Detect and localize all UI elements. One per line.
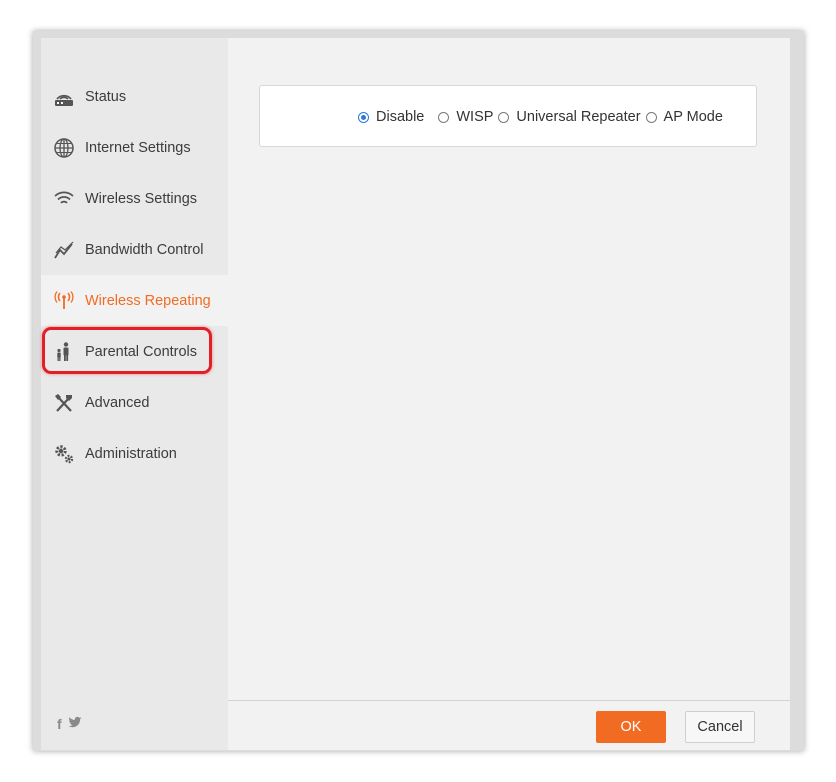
sidebar-item-label: Wireless Settings [85, 190, 198, 207]
radio-label: WISP [456, 109, 494, 125]
sidebar-item-wireless-repeating[interactable]: Wireless Repeating [41, 275, 228, 326]
radio-indicator[interactable] [358, 111, 369, 123]
repeating-mode-radio-group: Disable WISP Universal Repeater AP Mode [358, 86, 731, 148]
sidebar-item-label: Parental Controls [85, 343, 198, 360]
ok-button[interactable]: OK [596, 711, 666, 743]
sidebar: Status Internet Settings Wireless Settin… [41, 38, 228, 750]
radio-indicator[interactable] [438, 111, 450, 123]
sidebar-item-label: Status [85, 88, 127, 105]
parent-child-icon [53, 341, 75, 363]
router-icon [53, 86, 75, 108]
sidebar-item-label: Wireless Repeating [85, 292, 211, 309]
cancel-button[interactable]: Cancel [685, 711, 755, 743]
bandwidth-graph-icon [53, 239, 75, 261]
radio-disable[interactable]: Disable [358, 109, 424, 125]
radio-indicator[interactable] [498, 111, 510, 123]
globe-icon [53, 137, 75, 159]
radio-indicator[interactable] [645, 111, 657, 123]
sidebar-item-label: Administration [85, 445, 177, 462]
sidebar-item-label: Internet Settings [85, 139, 191, 156]
twitter-icon[interactable] [68, 716, 82, 732]
sidebar-item-advanced[interactable]: Advanced [41, 377, 228, 428]
sidebar-item-internet-settings[interactable]: Internet Settings [41, 122, 228, 173]
tools-icon [53, 392, 75, 414]
sidebar-item-bandwidth-control[interactable]: Bandwidth Control [41, 224, 228, 275]
facebook-icon[interactable]: f [57, 716, 62, 732]
sidebar-item-label: Advanced [85, 394, 150, 411]
radio-label: Disable [376, 109, 425, 125]
radio-label: AP Mode [663, 109, 723, 125]
antenna-icon [53, 290, 75, 312]
repeating-mode-panel: Disable WISP Universal Repeater AP Mode [259, 85, 757, 147]
wifi-icon [53, 188, 75, 210]
radio-wisp[interactable]: WISP [438, 109, 493, 125]
sidebar-item-administration[interactable]: Administration [41, 428, 228, 479]
gears-icon [53, 443, 75, 465]
social-links: f [57, 716, 82, 732]
radio-label: Universal Repeater [516, 109, 641, 125]
radio-ap-mode[interactable]: AP Mode [645, 109, 723, 125]
sidebar-item-label: Bandwidth Control [85, 241, 204, 258]
sidebar-item-status[interactable]: Status [41, 71, 228, 122]
sidebar-item-wireless-settings[interactable]: Wireless Settings [41, 173, 228, 224]
sidebar-item-parental-controls[interactable]: Parental Controls [41, 326, 228, 377]
radio-universal-repeater[interactable]: Universal Repeater [498, 109, 641, 125]
